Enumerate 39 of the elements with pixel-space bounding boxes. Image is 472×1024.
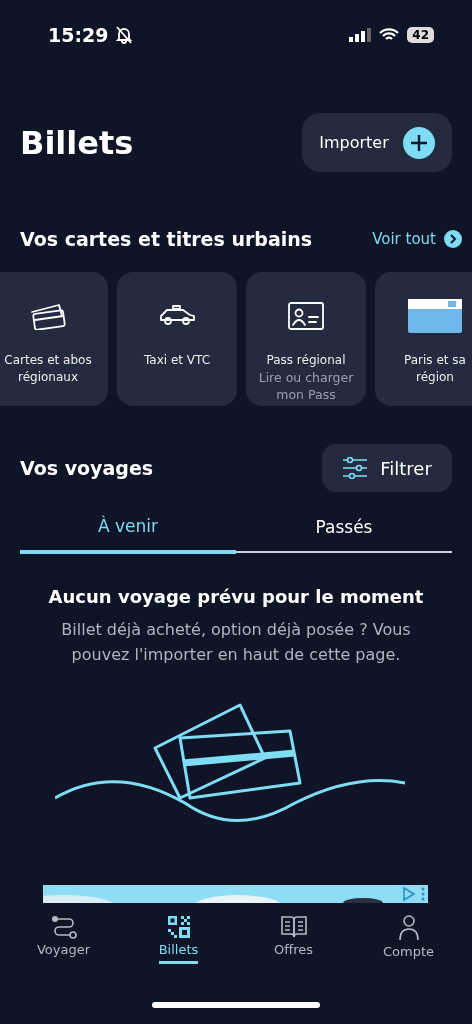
category-card[interactable]: Cartes et abos régionaux — [0, 272, 108, 406]
filter-button[interactable]: Filtrer — [322, 444, 452, 492]
see-all-link[interactable]: Voir tout — [372, 230, 462, 248]
card-title: Pass régional — [265, 352, 347, 369]
page-title: Billets — [20, 123, 134, 162]
taxi-icon — [158, 305, 196, 327]
import-button[interactable]: Importer — [302, 113, 452, 172]
muted-bell-icon — [116, 26, 133, 44]
sliders-icon — [342, 457, 369, 479]
card-title: Cartes et abos régionaux — [3, 352, 93, 386]
plus-icon — [402, 126, 435, 159]
nav-tab[interactable]: Offres — [236, 911, 351, 970]
nav-tab[interactable]: Voyager — [6, 911, 121, 970]
battery-level: 42 — [407, 27, 434, 43]
section-title: Vos cartes et titres urbains — [20, 228, 313, 250]
chevron-icon — [444, 230, 462, 248]
empty-state-text: Billet déjà acheté, option déjà posée ? Vous pouvez l'importer en haut de cette page. — [60, 619, 412, 666]
person-icon — [396, 915, 421, 941]
clock-time: 15:29 — [48, 24, 109, 46]
route-icon — [50, 915, 77, 939]
qr-code-icon — [166, 915, 191, 939]
section-title: Vos voyages — [20, 457, 154, 479]
id-card-icon — [287, 301, 325, 331]
card-title: Paris et sa région — [403, 352, 467, 386]
category-card[interactable]: Taxi et VTC — [117, 272, 237, 406]
card-title: Taxi et VTC — [142, 352, 212, 369]
trip-tab[interactable]: Passés — [236, 506, 452, 553]
transit-card-icon — [408, 299, 462, 333]
category-card[interactable]: Paris et sa région — [375, 272, 472, 406]
trip-tab[interactable]: À venir — [20, 506, 236, 554]
nav-tab[interactable]: Compte — [351, 911, 466, 970]
card-subtitle: Lire ou charger mon Pass — [257, 369, 355, 403]
category-card[interactable]: Pass régional Lire ou charger mon Pass — [246, 272, 366, 406]
tickets-icon — [29, 302, 67, 330]
wifi-icon — [379, 28, 400, 42]
nav-tab[interactable]: Billets — [121, 911, 236, 970]
book-icon — [279, 915, 308, 939]
signal-icon — [349, 28, 372, 42]
empty-state-title: Aucun voyage prévu pour le moment — [47, 586, 425, 607]
